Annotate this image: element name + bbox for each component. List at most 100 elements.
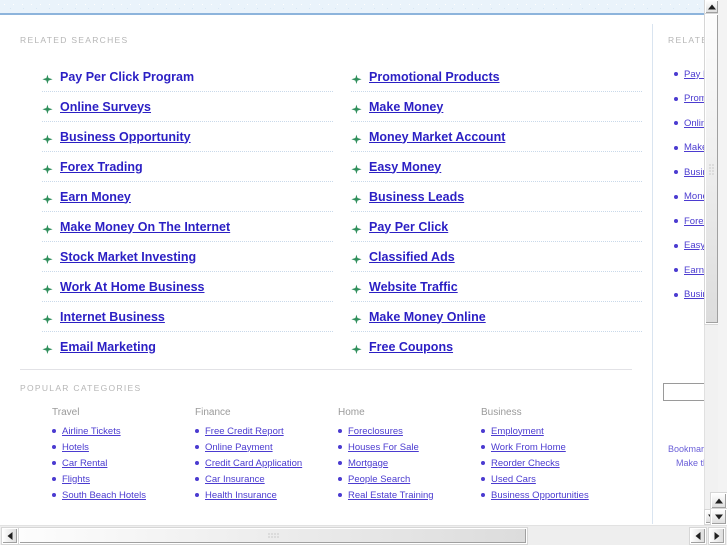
make-homepage-link[interactable]: Make this <box>668 456 706 470</box>
category-link[interactable]: Free Credit Report <box>205 426 284 437</box>
related-search-link[interactable]: Make Money <box>369 100 443 114</box>
category-link[interactable]: Used Cars <box>491 474 536 485</box>
vertical-scroll-thumb[interactable] <box>705 14 719 324</box>
related-search-cell: Easy Money <box>351 152 642 182</box>
chevron-up-icon <box>715 498 723 504</box>
related-search-link[interactable]: Make Money Online <box>369 310 486 324</box>
category-title: Finance <box>195 407 231 418</box>
related-search-link[interactable]: Stock Market Investing <box>60 250 196 264</box>
related-search-link[interactable]: Online Surveys <box>60 100 151 114</box>
category-link[interactable]: Online Payment <box>205 442 273 453</box>
column-gap <box>333 302 351 331</box>
list-item: Health Insurance <box>195 487 338 503</box>
related-search-cell: Make Money <box>351 92 642 122</box>
category-link[interactable]: Health Insurance <box>205 490 277 501</box>
sidebar-link[interactable]: Money Market Account <box>684 191 706 202</box>
related-search-link[interactable]: Work At Home Business <box>60 280 204 294</box>
outer-scroll-left-button[interactable] <box>690 528 706 544</box>
list-item: Reorder Checks <box>481 455 624 471</box>
related-search-link[interactable]: Website Traffic <box>369 280 458 294</box>
banner-gap <box>0 17 706 24</box>
column-gap <box>333 332 351 361</box>
bullet-icon <box>195 445 199 449</box>
related-search-cell: Email Marketing <box>42 332 333 361</box>
column-gap <box>333 242 351 271</box>
sidebar-link[interactable]: Make Money <box>684 142 706 153</box>
related-search-link[interactable]: Free Coupons <box>369 340 453 354</box>
outer-scroll-right-button[interactable] <box>709 528 725 544</box>
sidebar-list-item: Earn Money <box>674 258 706 283</box>
category-link[interactable]: Credit Card Application <box>205 458 302 469</box>
category-link[interactable]: Flights <box>62 474 90 485</box>
category-link-list: Airline Tickets Hotels Car Rental Flights So… <box>52 423 195 503</box>
category-link[interactable]: Car Rental <box>62 458 107 469</box>
list-item: Online Payment <box>195 439 338 455</box>
outer-scroll-down-button[interactable] <box>711 509 727 525</box>
bullet-icon <box>674 72 678 77</box>
star-arrow-icon <box>351 342 362 354</box>
related-search-link[interactable]: Make Money On The Internet <box>60 220 230 234</box>
column-gap <box>333 182 351 211</box>
sidebar-link-list: Pay Per Click Program Promotional Product… <box>674 62 706 307</box>
related-search-cell: Promotional Products <box>351 62 642 92</box>
outer-vertical-arrows[interactable] <box>711 493 727 525</box>
category-link[interactable]: Foreclosures <box>348 426 403 437</box>
scroll-up-button[interactable] <box>705 0 719 14</box>
outer-horizontal-scrollbar[interactable] <box>688 525 727 545</box>
sidebar-link[interactable]: Business Opportunity <box>684 167 706 178</box>
related-search-link[interactable]: Business Opportunity <box>60 130 191 144</box>
related-search-link[interactable]: Earn Money <box>60 190 131 204</box>
sidebar-search-input[interactable] <box>663 383 706 401</box>
related-search-link[interactable]: Email Marketing <box>60 340 156 354</box>
sidebar-link[interactable]: Pay Per Click Program <box>684 69 706 80</box>
star-arrow-icon <box>42 162 53 174</box>
outer-scroll-up-button[interactable] <box>711 493 727 509</box>
column-gap <box>333 92 351 121</box>
list-item: Hotels <box>52 439 195 455</box>
category-link[interactable]: Work From Home <box>491 442 566 453</box>
related-search-link[interactable]: Pay Per Click <box>369 220 448 234</box>
inner-horizontal-scrollbar[interactable] <box>0 525 688 545</box>
bullet-icon <box>674 194 678 199</box>
list-item: Work From Home <box>481 439 624 455</box>
sidebar-link[interactable]: Earn Money <box>684 265 706 276</box>
category-title: Travel <box>52 407 80 418</box>
category-link[interactable]: Business Opportunities <box>491 490 589 501</box>
list-item: Employment <box>481 423 624 439</box>
outer-vertical-scrollbar[interactable] <box>718 0 727 524</box>
inner-vertical-scrollbar[interactable] <box>704 0 719 524</box>
horizontal-scroll-thumb[interactable] <box>19 528 527 544</box>
category-link[interactable]: Mortgage <box>348 458 388 469</box>
sidebar-link[interactable]: Promotional Products <box>684 93 706 104</box>
sidebar-link[interactable]: Online Surveys <box>684 118 706 129</box>
related-search-link[interactable]: Classified Ads <box>369 250 455 264</box>
category-link[interactable]: South Beach Hotels <box>62 490 146 501</box>
category-link[interactable]: Hotels <box>62 442 89 453</box>
star-arrow-icon <box>42 312 53 324</box>
related-search-link[interactable]: Business Leads <box>369 190 464 204</box>
related-search-row: Work At Home Business Website Traffic <box>42 272 642 302</box>
category-link[interactable]: Car Insurance <box>205 474 265 485</box>
related-search-link[interactable]: Money Market Account <box>369 130 505 144</box>
bookmark-link[interactable]: Bookmark <box>668 442 706 456</box>
sidebar-list-item: Promotional Products <box>674 87 706 112</box>
related-search-link[interactable]: Easy Money <box>369 160 441 174</box>
bullet-icon <box>338 429 342 433</box>
related-search-link[interactable]: Pay Per Click Program <box>60 70 194 84</box>
sidebar-link[interactable]: Business Leads <box>684 289 706 300</box>
category-link[interactable]: Real Estate Training <box>348 490 434 501</box>
category-link[interactable]: Airline Tickets <box>62 426 121 437</box>
category-link[interactable]: People Search <box>348 474 410 485</box>
scroll-left-button[interactable] <box>2 528 18 544</box>
bullet-icon <box>674 268 678 273</box>
sidebar-link[interactable]: Easy Money <box>684 240 706 251</box>
related-search-link[interactable]: Internet Business <box>60 310 165 324</box>
related-search-link[interactable]: Forex Trading <box>60 160 143 174</box>
related-search-link[interactable]: Promotional Products <box>369 70 500 84</box>
bullet-icon <box>338 461 342 465</box>
sidebar-link[interactable]: Forex Trading <box>684 216 706 227</box>
category-link[interactable]: Houses For Sale <box>348 442 419 453</box>
category-link[interactable]: Reorder Checks <box>491 458 560 469</box>
sidebar-footer: Bookmark Make this <box>668 442 706 470</box>
category-link[interactable]: Employment <box>491 426 544 437</box>
